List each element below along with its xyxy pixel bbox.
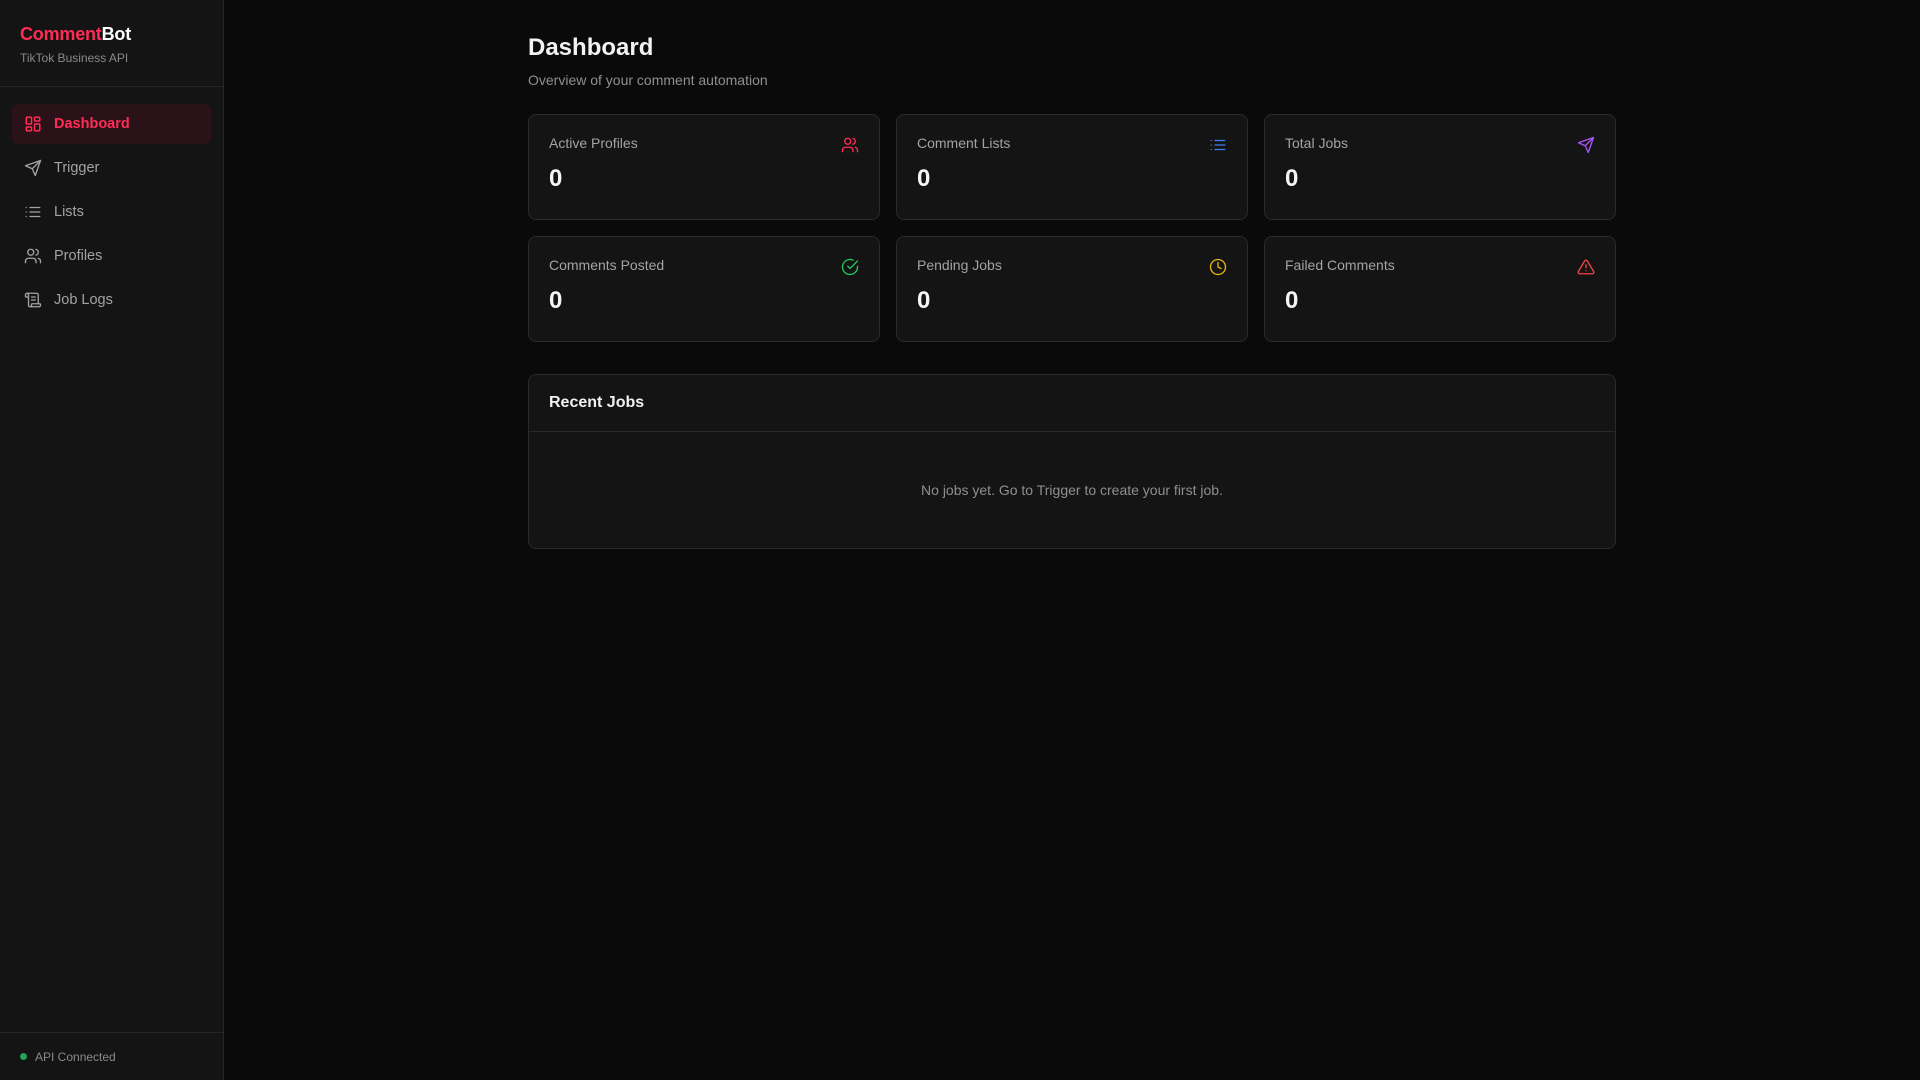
stat-value: 0 [549,287,563,314]
api-status-label: API Connected [35,1049,116,1064]
list-icon [24,203,42,221]
scroll-icon [24,291,42,309]
stat-label: Pending Jobs [917,257,1002,273]
stat-value: 0 [549,165,563,192]
recent-jobs-panel: Recent Jobs No jobs yet. Go to Trigger t… [528,374,1616,549]
sidebar-item-label: Job Logs [54,292,113,308]
brand-name-rest: Bot [101,24,132,44]
users-icon [841,136,859,154]
status-dot-icon [20,1053,27,1060]
api-status: API Connected [0,1032,223,1080]
recent-jobs-empty-state: No jobs yet. Go to Trigger to create you… [921,482,1223,498]
sidebar-item-trigger[interactable]: Trigger [12,148,211,188]
send-icon [1577,136,1595,154]
stat-card-total-jobs: Total Jobs 0 [1264,114,1616,220]
check-circle-icon [841,258,859,276]
stat-label: Active Profiles [549,135,638,151]
main-content: Dashboard Overview of your comment autom… [528,0,1616,549]
sidebar-item-profiles[interactable]: Profiles [12,236,211,276]
clock-icon [1209,258,1227,276]
sidebar-item-job-logs[interactable]: Job Logs [12,280,211,320]
stat-value: 0 [917,165,931,192]
brand-subtitle: TikTok Business API [20,51,129,65]
stat-card-comments-posted: Comments Posted 0 [528,236,880,342]
stat-card-comment-lists: Comment Lists 0 [896,114,1248,220]
list-icon [1209,136,1227,154]
stat-value: 0 [1285,165,1299,192]
sidebar-item-dashboard[interactable]: Dashboard [12,104,211,144]
dashboard-grid-icon [24,115,42,133]
sidebar-item-label: Dashboard [54,116,130,132]
page-subtitle: Overview of your comment automation [528,72,768,88]
sidebar-item-label: Lists [54,204,84,220]
stat-label: Failed Comments [1285,257,1395,273]
brand-logo[interactable]: CommentBot [20,24,203,45]
sidebar-item-label: Trigger [54,160,100,176]
page-title: Dashboard [528,34,654,61]
stat-card-failed-comments: Failed Comments 0 [1264,236,1616,342]
brand: CommentBot TikTok Business API [0,0,223,87]
stat-card-pending-jobs: Pending Jobs 0 [896,236,1248,342]
stat-card-active-profiles: Active Profiles 0 [528,114,880,220]
brand-name-accent: Comment [20,24,102,44]
users-icon [24,247,42,265]
send-icon [24,159,42,177]
stat-value: 0 [1285,287,1299,314]
stats-grid: Active Profiles 0 Comment Lists 0 Total … [528,114,1616,342]
alert-triangle-icon [1577,258,1595,276]
sidebar: CommentBot TikTok Business API Dashboard… [0,0,224,1080]
stat-label: Comments Posted [549,257,665,273]
sidebar-nav: Dashboard Trigger Lists Profiles Job Log… [0,87,223,341]
stat-value: 0 [917,287,931,314]
recent-jobs-title: Recent Jobs [529,375,1615,432]
stat-label: Comment Lists [917,135,1011,151]
sidebar-item-label: Profiles [54,248,103,264]
sidebar-item-lists[interactable]: Lists [12,192,211,232]
stat-label: Total Jobs [1285,135,1349,151]
